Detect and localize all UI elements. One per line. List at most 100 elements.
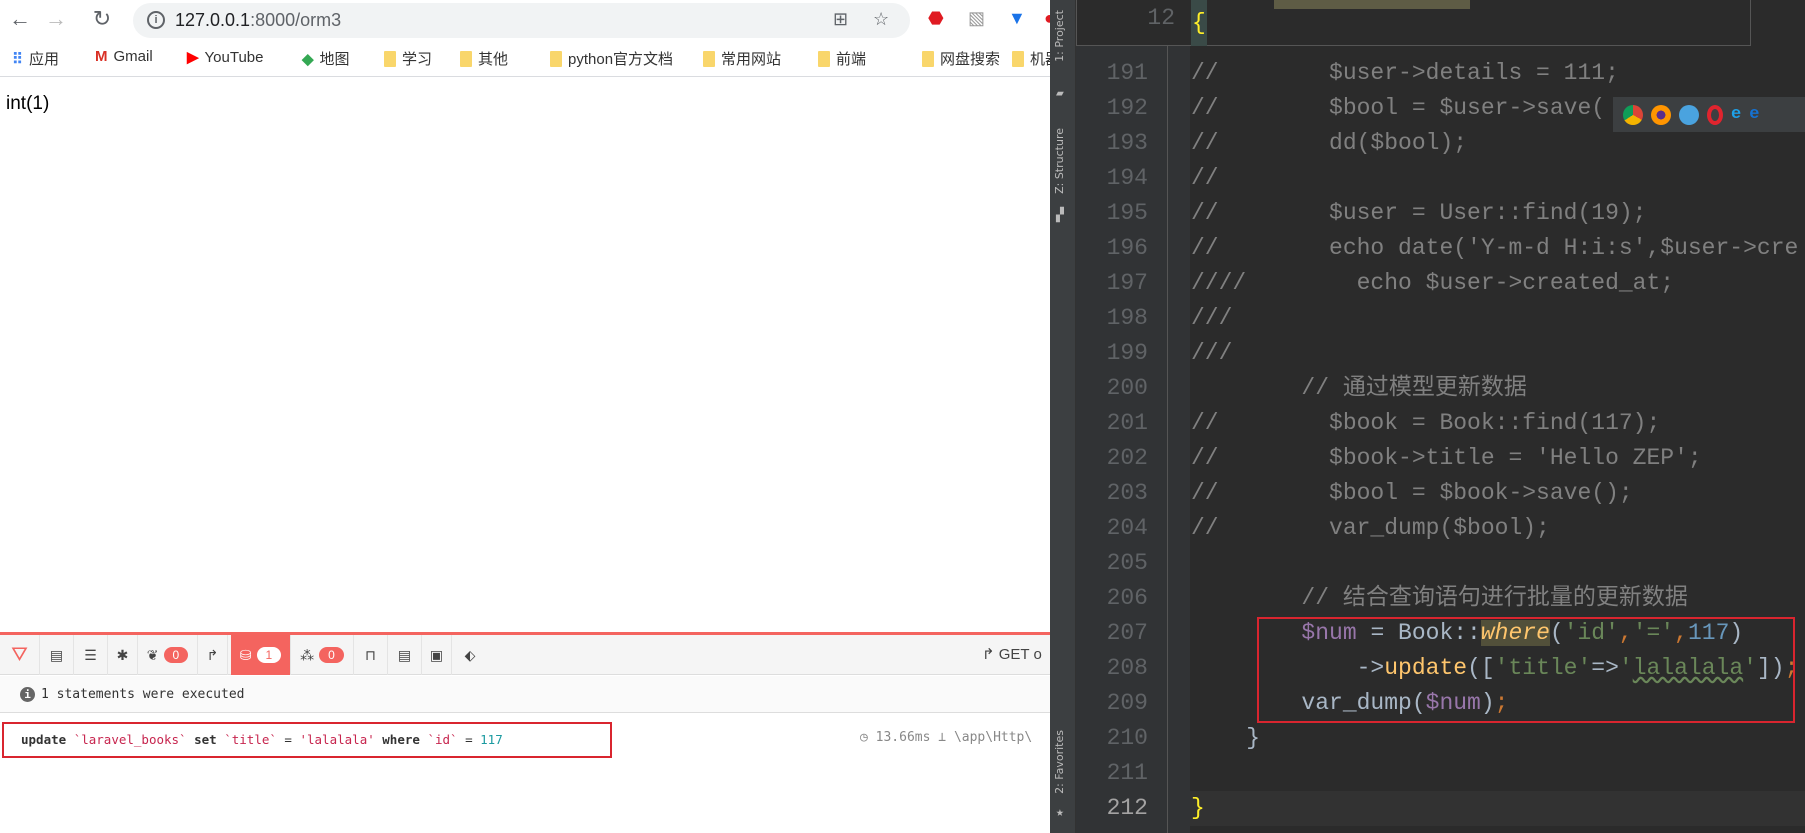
- code-token: // $bool = $book->save();: [1191, 480, 1633, 506]
- vpn-extension-icon[interactable]: ▼: [1008, 8, 1026, 29]
- folder-icon: [818, 50, 830, 67]
- code-line[interactable]: 206 // 结合查询语句进行批量的更新数据: [1050, 581, 1805, 616]
- code-line[interactable]: 204// var_dump($bool);: [1050, 511, 1805, 546]
- debugbar-tabs: ⛛ ▤ ☰ ✱ ❦ 0 ↱ ⛁ 1 ⁂ 0 ⊓ ▤ ▣ ⬖ ↱ GET o: [0, 635, 1050, 675]
- bookmark-item[interactable]: 学习: [384, 48, 432, 69]
- site-info-icon[interactable]: i: [147, 11, 165, 29]
- bookmark-item[interactable]: 前端: [818, 48, 866, 69]
- code-line[interactable]: 197//// echo $user->created_at;: [1050, 266, 1805, 301]
- bookmark-item[interactable]: 机器: [1012, 48, 1050, 69]
- info-icon: i: [20, 686, 35, 702]
- laravel-logo-icon[interactable]: ⛛: [0, 635, 40, 675]
- request-method: GET o: [998, 646, 1042, 663]
- opera-icon[interactable]: [1707, 104, 1723, 125]
- browser-toolbar: ← → ↻ i 127.0.0.1:8000/orm3 ⊞ ☆ ⬣ ▧ ▼ ●: [0, 0, 1050, 40]
- models-badge: 0: [319, 647, 344, 663]
- bookmark-star-icon[interactable]: ☆: [873, 9, 889, 30]
- code-text: // $book = Book::find(117);: [1191, 406, 1660, 441]
- share-icon: ↱: [982, 646, 999, 663]
- tab-messages[interactable]: ▤: [40, 635, 74, 675]
- code-line[interactable]: 199///: [1050, 336, 1805, 371]
- tab-mails[interactable]: ⊓: [354, 635, 388, 675]
- structure-tool-tab[interactable]: Z: Structure: [1053, 128, 1066, 194]
- code-line[interactable]: 196// echo date('Y-m-d H:i:s',$user->cre: [1050, 231, 1805, 266]
- code-token: ///: [1191, 340, 1233, 366]
- code-line[interactable]: 202// $book->title = 'Hello ZEP';: [1050, 441, 1805, 476]
- chrome-icon[interactable]: [1623, 104, 1643, 125]
- tab-timeline[interactable]: ❦ 0: [138, 635, 198, 675]
- code-token: // $user = User::find(19);: [1191, 200, 1647, 226]
- address-bar[interactable]: i 127.0.0.1:8000/orm3 ⊞ ☆: [133, 3, 910, 38]
- apps-grid-icon: ⠿: [12, 50, 23, 68]
- server-icon: ☰: [84, 646, 97, 663]
- code-line[interactable]: 212}: [1050, 791, 1805, 826]
- bookmark-item[interactable]: 网盘搜索: [922, 48, 1000, 69]
- bookmark-item[interactable]: ⠿ 应用: [12, 48, 59, 69]
- ie-icon[interactable]: e: [1731, 105, 1741, 124]
- tab-request[interactable]: ☰: [74, 635, 108, 675]
- firefox-icon[interactable]: [1651, 104, 1671, 125]
- bookmark-item[interactable]: 其他: [460, 48, 508, 69]
- open-in-browser-popup: e e: [1613, 97, 1805, 132]
- bookmark-item[interactable]: ▶ YouTube: [187, 48, 264, 67]
- request-info[interactable]: ↱ GET o: [982, 645, 1042, 663]
- tab-queries[interactable]: ⛁ 1: [231, 635, 291, 675]
- bookmark-label: 前端: [836, 51, 867, 68]
- code-line[interactable]: 205: [1050, 546, 1805, 581]
- tab-models[interactable]: ⁂ 0: [291, 635, 354, 675]
- code-line[interactable]: 210 }: [1050, 721, 1805, 756]
- line-number: 12: [1147, 5, 1175, 31]
- code-line[interactable]: 201// $book = Book::find(117);: [1050, 406, 1805, 441]
- statements-message: 1 statements were executed: [41, 686, 245, 702]
- favorites-tool-tab[interactable]: 2: Favorites: [1053, 730, 1066, 794]
- folder-icon: [550, 50, 562, 67]
- extension-warning-icon[interactable]: ▧: [968, 8, 985, 29]
- reload-button[interactable]: ↻: [88, 6, 116, 32]
- edge-icon[interactable]: e: [1749, 105, 1759, 124]
- bookmark-item[interactable]: python官方文档: [550, 48, 673, 69]
- folder-icon: [922, 50, 934, 67]
- url-text[interactable]: 127.0.0.1:8000/orm3: [175, 10, 341, 31]
- folder-icon: [1012, 50, 1024, 67]
- code-line[interactable]: 200 // 通过模型更新数据: [1050, 371, 1805, 406]
- code-line[interactable]: 203// $bool = $book->save();: [1050, 476, 1805, 511]
- adblock-extension-icon[interactable]: ⬣: [928, 8, 944, 29]
- sql-token: update: [21, 732, 67, 747]
- sql-token: 117: [480, 732, 503, 747]
- code-text: ///: [1191, 336, 1232, 371]
- bug-icon: ✱: [116, 646, 129, 663]
- queries-summary: i 1 statements were executed: [0, 676, 1050, 713]
- bookmark-item[interactable]: 常用网站: [703, 48, 781, 69]
- query-duration: 13.66ms: [875, 730, 931, 745]
- bookmark-label: 学习: [402, 51, 433, 68]
- sql-token: =: [457, 732, 481, 747]
- bookmark-item[interactable]: ◆ 地图: [302, 48, 350, 69]
- tab-route[interactable]: ↱: [198, 635, 228, 675]
- bookmark-label: Gmail: [113, 48, 153, 65]
- code-line[interactable]: 191// $user->details = 111;: [1050, 56, 1805, 91]
- translate-icon[interactable]: ⊞: [833, 9, 848, 30]
- tab-session[interactable]: ▣: [422, 635, 452, 675]
- bookmark-label: python官方文档: [568, 51, 674, 68]
- pin-icon: ⊥: [930, 730, 954, 745]
- sql-token: 'lalalala': [299, 732, 375, 747]
- code-token: // 结合查询语句进行批量的更新数据: [1191, 585, 1688, 611]
- code-line[interactable]: 211: [1050, 756, 1805, 791]
- sql-query[interactable]: update `laravel_books` set `title` = 'la…: [2, 722, 612, 758]
- maps-icon: ◆: [302, 50, 314, 68]
- tab-gate[interactable]: ▤: [388, 635, 422, 675]
- tab-exceptions[interactable]: ✱: [108, 635, 138, 675]
- forward-button[interactable]: →: [42, 6, 70, 32]
- code-line[interactable]: 195// $user = User::find(19);: [1050, 196, 1805, 231]
- project-tool-tab[interactable]: 1: Project: [1053, 10, 1066, 62]
- code-line[interactable]: 198///: [1050, 301, 1805, 336]
- back-button[interactable]: ←: [6, 6, 34, 32]
- structure-icon: ▞: [1056, 208, 1064, 223]
- safari-icon[interactable]: [1679, 104, 1699, 125]
- code-line[interactable]: 194//: [1050, 161, 1805, 196]
- bookmark-item[interactable]: M Gmail: [95, 48, 153, 65]
- code-text: // var_dump($bool);: [1191, 511, 1550, 546]
- tab-tags[interactable]: ⬖: [452, 635, 488, 675]
- archive-icon: ▣: [429, 646, 444, 663]
